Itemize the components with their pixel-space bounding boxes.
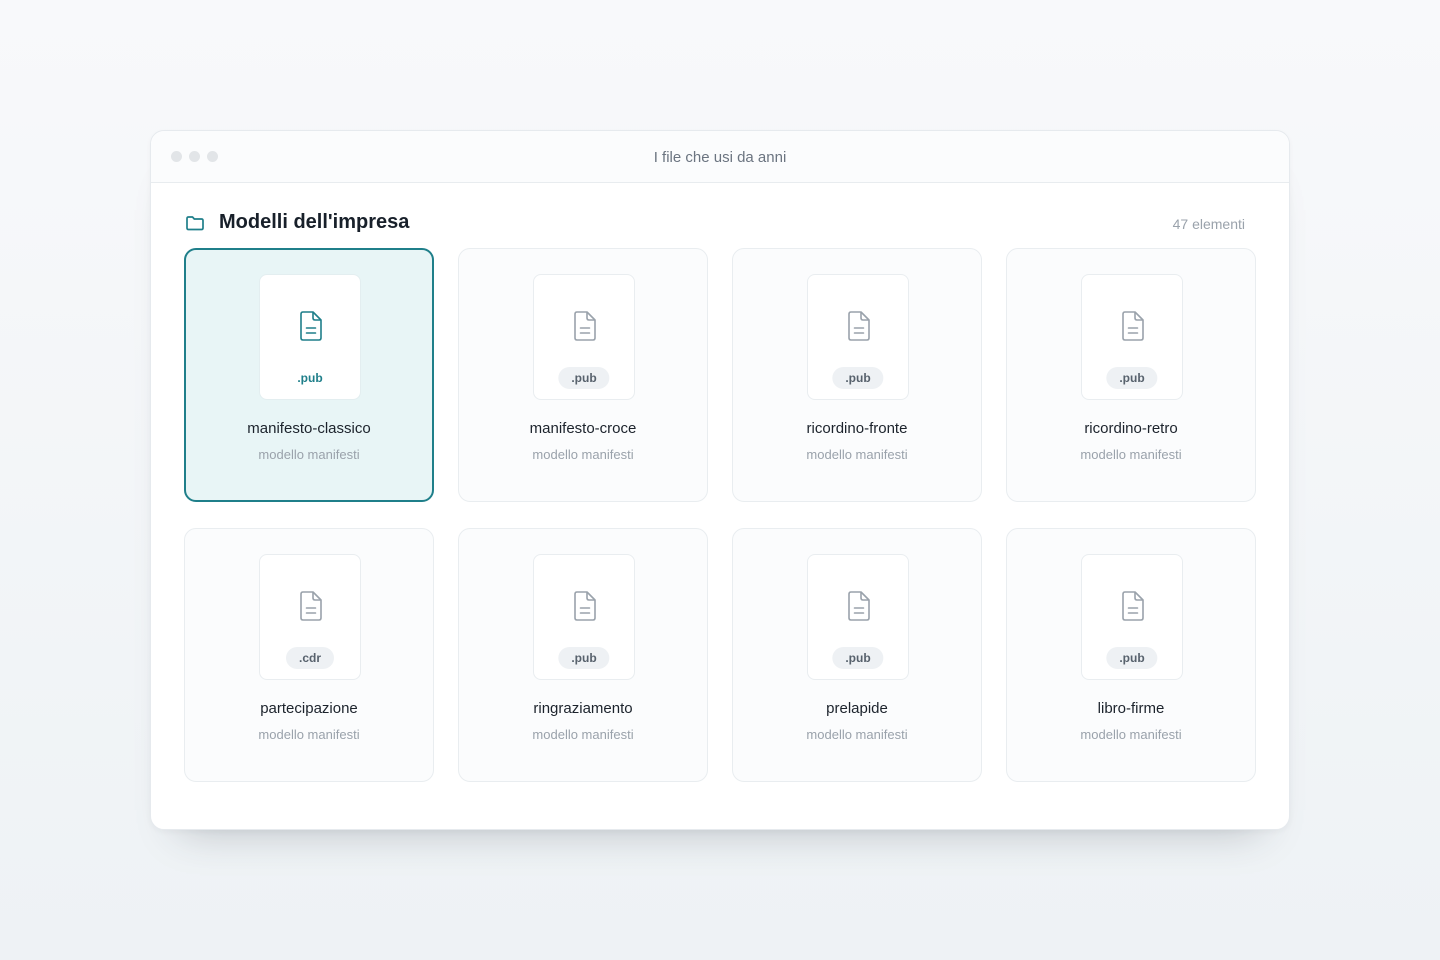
file-extension-badge: .pub: [1106, 647, 1158, 669]
file-name: libro-firme: [1097, 700, 1165, 717]
file-name: ricordino-retro: [1084, 420, 1178, 437]
folder-header: Modelli dell'impresa 47 elementi: [185, 211, 1245, 237]
file-name: manifesto-croce: [529, 420, 637, 437]
file-thumbnail: .pub: [1081, 274, 1183, 400]
file-subtitle: modello manifesti: [532, 727, 634, 742]
window-title: I file che usi da anni: [653, 149, 787, 166]
file-subtitle: modello manifesti: [806, 447, 908, 462]
file-subtitle: modello manifesti: [532, 447, 634, 462]
file-card[interactable]: .cdr partecipazione modello manifesti: [184, 528, 434, 782]
title-bar: I file che usi da anni: [151, 131, 1289, 183]
file-extension-badge: .pub: [1106, 367, 1158, 389]
file-thumbnail: .pub: [533, 274, 635, 400]
document-icon: [848, 311, 870, 341]
file-subtitle: modello manifesti: [1080, 447, 1182, 462]
file-extension-badge: .pub: [297, 371, 323, 385]
file-card[interactable]: .pub prelapide modello manifesti: [732, 528, 982, 782]
file-extension-badge: .pub: [832, 367, 884, 389]
file-card[interactable]: .pub libro-firme modello manifesti: [1006, 528, 1256, 782]
file-subtitle: modello manifesti: [806, 727, 908, 742]
file-subtitle: modello manifesti: [258, 447, 360, 462]
document-icon: [848, 591, 870, 621]
file-thumbnail: .pub: [807, 554, 909, 680]
file-thumbnail: .pub: [1081, 554, 1183, 680]
file-card[interactable]: .pub ricordino-retro modello manifesti: [1006, 248, 1256, 502]
file-extension-badge: .cdr: [285, 647, 335, 669]
file-extension-badge: .pub: [832, 647, 884, 669]
app-window: I file che usi da anni Modelli dell'impr…: [150, 130, 1290, 830]
document-icon: [300, 311, 322, 341]
file-extension-badge: .pub: [558, 367, 610, 389]
document-icon: [1122, 311, 1144, 341]
file-name: prelapide: [826, 700, 888, 717]
file-thumbnail: .pub: [807, 274, 909, 400]
file-card[interactable]: .pub ringraziamento modello manifesti: [458, 528, 708, 782]
folder-icon: [186, 216, 204, 231]
document-icon: [574, 311, 596, 341]
document-icon: [574, 591, 596, 621]
file-thumbnail: .pub: [533, 554, 635, 680]
file-thumbnail: .cdr: [259, 554, 361, 680]
file-card[interactable]: .pub manifesto-croce modello manifesti: [458, 248, 708, 502]
file-subtitle: modello manifesti: [1080, 727, 1182, 742]
document-icon: [1122, 591, 1144, 621]
file-name: manifesto-classico: [247, 420, 371, 437]
folder-title: Modelli dell'impresa: [219, 211, 410, 233]
file-name: ricordino-fronte: [806, 420, 908, 437]
file-card[interactable]: .pub ricordino-fronte modello manifesti: [732, 248, 982, 502]
file-thumbnail: .pub: [259, 274, 361, 400]
file-grid: .pub manifesto-classico modello manifest…: [184, 248, 1256, 782]
item-count: 47 elementi: [1172, 216, 1245, 232]
file-subtitle: modello manifesti: [258, 727, 360, 742]
document-icon: [300, 591, 322, 621]
file-name: partecipazione: [260, 700, 358, 717]
file-extension-badge: .pub: [558, 647, 610, 669]
file-card[interactable]: .pub manifesto-classico modello manifest…: [184, 248, 434, 502]
file-name: ringraziamento: [533, 700, 633, 717]
